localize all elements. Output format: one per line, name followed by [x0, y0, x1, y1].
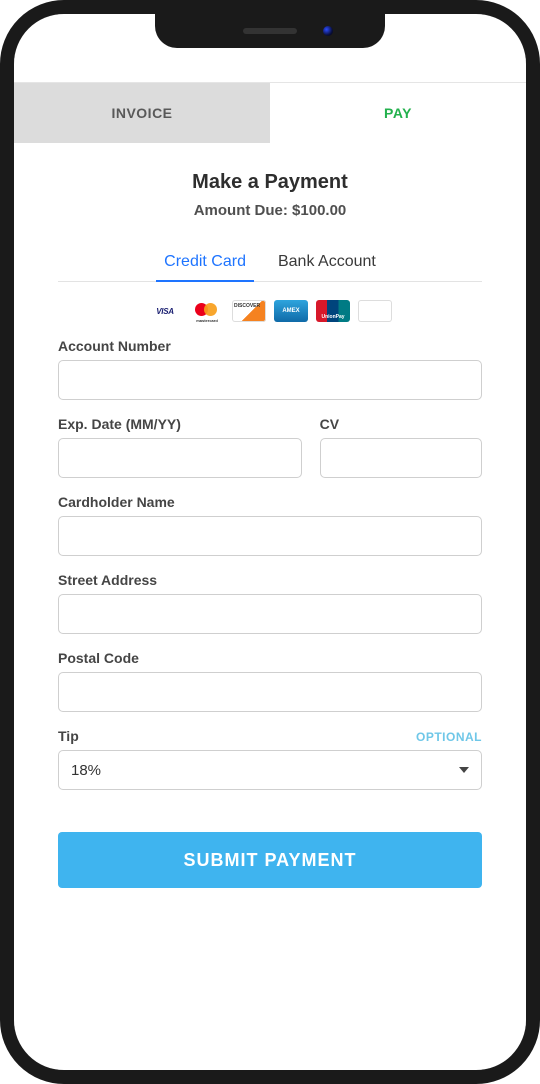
- exp-date-label: Exp. Date (MM/YY): [58, 416, 302, 432]
- camera-icon: [323, 26, 333, 36]
- street-label: Street Address: [58, 572, 482, 588]
- street-input[interactable]: [58, 594, 482, 634]
- jcb-icon: [358, 300, 392, 322]
- cardholder-label: Cardholder Name: [58, 494, 482, 510]
- mastercard-icon: mastercard: [190, 300, 224, 322]
- tip-optional-badge: OPTIONAL: [416, 730, 482, 744]
- tab-bank-account[interactable]: Bank Account: [274, 253, 380, 281]
- payment-form: Account Number Exp. Date (MM/YY) CV: [14, 338, 526, 790]
- tip-label: Tip: [58, 728, 79, 744]
- screen: INVOICE PAY Make a Payment Amount Due: $…: [14, 14, 526, 1070]
- tab-credit-card[interactable]: Credit Card: [160, 253, 250, 281]
- cardholder-input[interactable]: [58, 516, 482, 556]
- accepted-cards: VISA mastercard DISCOVER AMEX UnionPay: [14, 282, 526, 338]
- visa-icon: VISA: [148, 300, 182, 322]
- phone-frame: INVOICE PAY Make a Payment Amount Due: $…: [0, 0, 540, 1084]
- amount-due: Amount Due: $100.00: [14, 202, 526, 219]
- submit-payment-button[interactable]: SUBMIT PAYMENT: [58, 832, 482, 888]
- tip-select[interactable]: 18%: [58, 750, 482, 790]
- account-number-input[interactable]: [58, 360, 482, 400]
- tab-invoice[interactable]: INVOICE: [14, 83, 270, 143]
- cv-input[interactable]: [320, 438, 482, 478]
- exp-date-input[interactable]: [58, 438, 302, 478]
- tab-pay[interactable]: PAY: [270, 83, 526, 143]
- postal-input[interactable]: [58, 672, 482, 712]
- page-tabs: INVOICE PAY: [14, 83, 526, 143]
- payment-method-tabs: Credit Card Bank Account: [58, 253, 482, 282]
- discover-icon: DISCOVER: [232, 300, 266, 322]
- postal-label: Postal Code: [58, 650, 482, 666]
- page-title: Make a Payment: [14, 171, 526, 194]
- device-notch: [155, 14, 385, 48]
- unionpay-icon: UnionPay: [316, 300, 350, 322]
- speaker-icon: [243, 28, 297, 34]
- account-number-label: Account Number: [58, 338, 482, 354]
- amex-icon: AMEX: [274, 300, 308, 322]
- cv-label: CV: [320, 416, 482, 432]
